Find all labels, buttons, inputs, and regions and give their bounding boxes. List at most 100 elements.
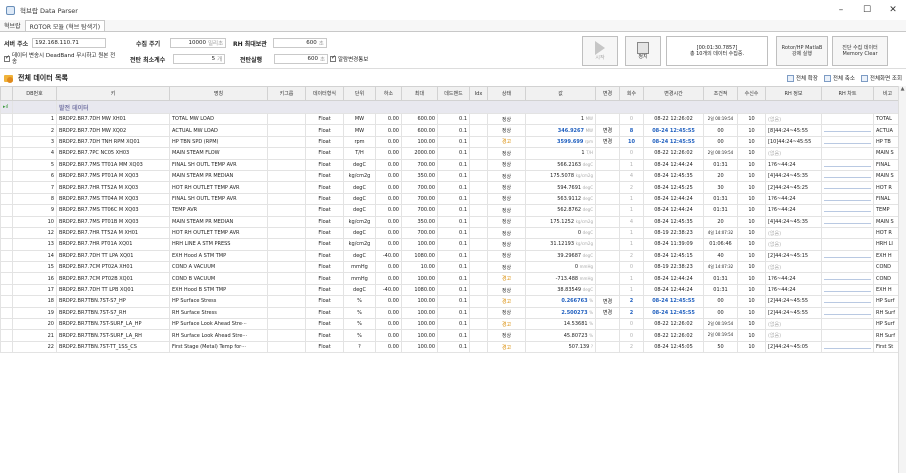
- col-change-time[interactable]: 변경시간: [643, 86, 704, 101]
- app-icon: [6, 5, 15, 15]
- cell-rh-chart: [821, 135, 874, 149]
- table-row[interactable]: 21 BRDP2.BR7TBN.7ST-SURF_LA_RH RH Surface …: [0, 329, 902, 342]
- cell-min: 0.00: [375, 192, 402, 206]
- expand-all-button[interactable]: 전체 확장: [786, 74, 818, 82]
- table-row[interactable]: 3 BRDP2.BR7.7DH TNH RPM XQ01 HP TBN SPD (R…: [0, 135, 902, 149]
- col-condition[interactable]: 조건적: [703, 86, 738, 101]
- table-row[interactable]: 20 BRDP2.BR7TBN.7ST-SURF_LA_HP HP Surface …: [0, 318, 902, 331]
- col-key-group[interactable]: 키그룹: [267, 86, 306, 101]
- rh-sparkline: [824, 256, 871, 258]
- table-row[interactable]: 13 BRDP2.BR7.7HR PT01A XQ01 HRH LINE A STM…: [0, 238, 902, 251]
- cell-key-group: [267, 283, 306, 297]
- start-button[interactable]: 시작: [582, 36, 618, 66]
- row-indicator: [0, 135, 13, 149]
- close-button[interactable]: ✕: [880, 0, 906, 20]
- row-expander-icon[interactable]: ▸ıl: [0, 100, 13, 114]
- deadband-checkbox[interactable]: [4, 54, 10, 62]
- col-recv[interactable]: 수신수: [737, 86, 766, 101]
- vertical-scrollbar[interactable]: ▲: [898, 86, 906, 473]
- cell-condition: 4일 14:07:32: [703, 226, 738, 240]
- stop-button[interactable]: 정지: [625, 36, 661, 66]
- cell-change-time: 08-24 12:45:25: [643, 181, 704, 194]
- table-row[interactable]: 1 BRDP2.BR7.7DH MW XH01 TOTAL MW LOAD Float…: [0, 112, 902, 126]
- rh-max-input[interactable]: 600 초: [272, 38, 327, 48]
- delay-input[interactable]: 600 초: [274, 54, 329, 64]
- cell-db-no: 2: [12, 124, 57, 137]
- table-row[interactable]: 17 BRDP2.BR7.7DH TT LPB XQ01 EXH Hood B ST…: [0, 283, 902, 297]
- alarm-label: 알람변경통보: [338, 57, 369, 63]
- table-row[interactable]: 6 BRDP2.BR7.7MS PT01A M XQ03 MAIN STEAM PR…: [0, 169, 902, 183]
- cell-unit: ?: [343, 340, 376, 354]
- col-rh-chart[interactable]: RH 차트: [821, 86, 874, 101]
- value-unit: mmHg: [579, 264, 593, 270]
- col-idx[interactable]: Idx: [469, 86, 488, 101]
- table-row[interactable]: 8 BRDP2.BR7.7MS TT04A M XQ03 FINAL SH OUTL…: [0, 192, 902, 206]
- cell-min: -40.00: [375, 283, 402, 297]
- scroll-up-icon[interactable]: ▲: [899, 86, 906, 92]
- cell-recv: 10: [737, 124, 766, 137]
- cell-change-time: 08-22 12:26:02: [643, 329, 704, 342]
- period-input[interactable]: 10000 밀리초: [170, 38, 227, 48]
- cell-change-time: 08-24 12:45:55: [643, 124, 704, 137]
- table-row[interactable]: 16 BRDP2.BR7.7CM PT02B XQ01 COND B VACUUM F…: [0, 272, 902, 285]
- table-row[interactable]: 18 BRDP2.BR7TBN.7ST-S7_HP HP Surface Stres…: [0, 295, 902, 308]
- table-row[interactable]: 15 BRDP2.BR7.7CM PT02A XH01 COND A VACUUM F…: [0, 261, 902, 274]
- cell-change-time: 08-24 12:45:05: [643, 340, 704, 354]
- table-row[interactable]: 19 BRDP2.BR7TBN.7ST-S7_RH RH Surface Stres…: [0, 306, 902, 320]
- table-row[interactable]: 12 BRDP2.BR7.7HR TT52A M XH01 HOT RH OUTLE…: [0, 226, 902, 240]
- table-row[interactable]: 10 BRDP2.BR7.7MS PT01B M XQ03 MAIN STEAM P…: [0, 215, 902, 228]
- cell-name: COND A VACUUM: [169, 261, 268, 274]
- full-view-button[interactable]: 전체화면 조회: [860, 74, 902, 82]
- cell-count: 0: [619, 318, 644, 331]
- table-row[interactable]: 7 BRDP2.BR7.7HR TT52A M XQ03 HOT RH OUTLET…: [0, 181, 902, 194]
- col-changed[interactable]: 변경: [595, 86, 620, 101]
- memory-clear-button[interactable]: 진단 수집 데이터 Memory Clear: [832, 36, 888, 66]
- table-row[interactable]: 22 BRDP2.BR7TBN.7ST-TT_1SS_CS First Stage …: [0, 340, 902, 354]
- cell-min: 0.00: [375, 158, 402, 171]
- col-db-no[interactable]: DB번호: [12, 86, 57, 101]
- tab-main[interactable]: 혁브랍: [0, 20, 25, 31]
- server-input[interactable]: 192.168.110.71: [32, 38, 107, 48]
- cell-status: 정상: [487, 169, 526, 183]
- cell-idx: [469, 283, 488, 297]
- table-row[interactable]: 4 BRDP2.BR7.7PC NC05 XH03 MAIN STEAM FLOW F…: [0, 147, 902, 160]
- cell-data-type: Float: [305, 158, 344, 171]
- cell-idx: [469, 204, 488, 217]
- cell-min: 0.00: [375, 181, 402, 194]
- cell-deadband: 0.1: [437, 204, 470, 217]
- cell-idx: [469, 272, 488, 285]
- table-row[interactable]: 9 BRDP2.BR7.7MS TT06C M XQ03 TEMP AVR Float…: [0, 204, 902, 217]
- col-key[interactable]: 키: [56, 86, 170, 101]
- col-deadband[interactable]: 데드밴드: [437, 86, 470, 101]
- minimize-button[interactable]: –: [828, 0, 854, 20]
- cell-db-no: 10: [12, 215, 57, 228]
- cell-key: BRDP2.BR7.7MS PT01A M XQ03: [56, 169, 170, 183]
- rotor-force-run-button[interactable]: Rotor/HP MatlaB 강제 실행: [776, 36, 828, 66]
- cell-count: 2: [619, 181, 644, 194]
- maximize-button[interactable]: ☐: [854, 0, 880, 20]
- cell-condition: 2일 00:19:54: [703, 147, 738, 160]
- cell-key: BRDP2.BR7TBN.7ST-SURF_LA_RH: [56, 329, 170, 342]
- col-count[interactable]: 회수: [619, 86, 644, 101]
- col-unit[interactable]: 단위: [343, 86, 376, 101]
- col-name[interactable]: 명칭: [169, 86, 268, 101]
- expand-icon: [786, 74, 794, 82]
- table-row[interactable]: 2 BRDP2.BR7.7DH MW XQ02 ACTUAL MW LOAD Floa…: [0, 124, 902, 137]
- tab-rotor-module[interactable]: ROTOR 모듈 (혁브 탐색기): [24, 20, 106, 31]
- alarm-checkbox[interactable]: [330, 54, 336, 62]
- table-row[interactable]: 14 BRDP2.BR7.7DH TT LPA XQ01 EXH Hood A ST…: [0, 249, 902, 263]
- cell-min: 0.00: [375, 147, 402, 160]
- col-min[interactable]: 하소: [375, 86, 402, 101]
- cell-max: 100.00: [401, 329, 438, 342]
- cell-deadband: 0.1: [437, 181, 470, 194]
- cell-count: 2: [619, 306, 644, 320]
- col-data-type[interactable]: 데이터형식: [305, 86, 344, 101]
- col-max[interactable]: 최대: [401, 86, 438, 101]
- group-row[interactable]: ▸ıl 발전 데이터: [0, 100, 902, 114]
- collapse-all-button[interactable]: 전체 축소: [823, 74, 855, 82]
- wait-input[interactable]: 5개: [173, 54, 226, 64]
- col-value[interactable]: 값: [525, 86, 596, 101]
- col-rh-info[interactable]: RH 정보: [765, 86, 822, 101]
- table-row[interactable]: 5 BRDP2.BR7.7MS TT01A MM XQ03 FINAL SH OUT…: [0, 158, 902, 171]
- col-status[interactable]: 상태: [487, 86, 526, 101]
